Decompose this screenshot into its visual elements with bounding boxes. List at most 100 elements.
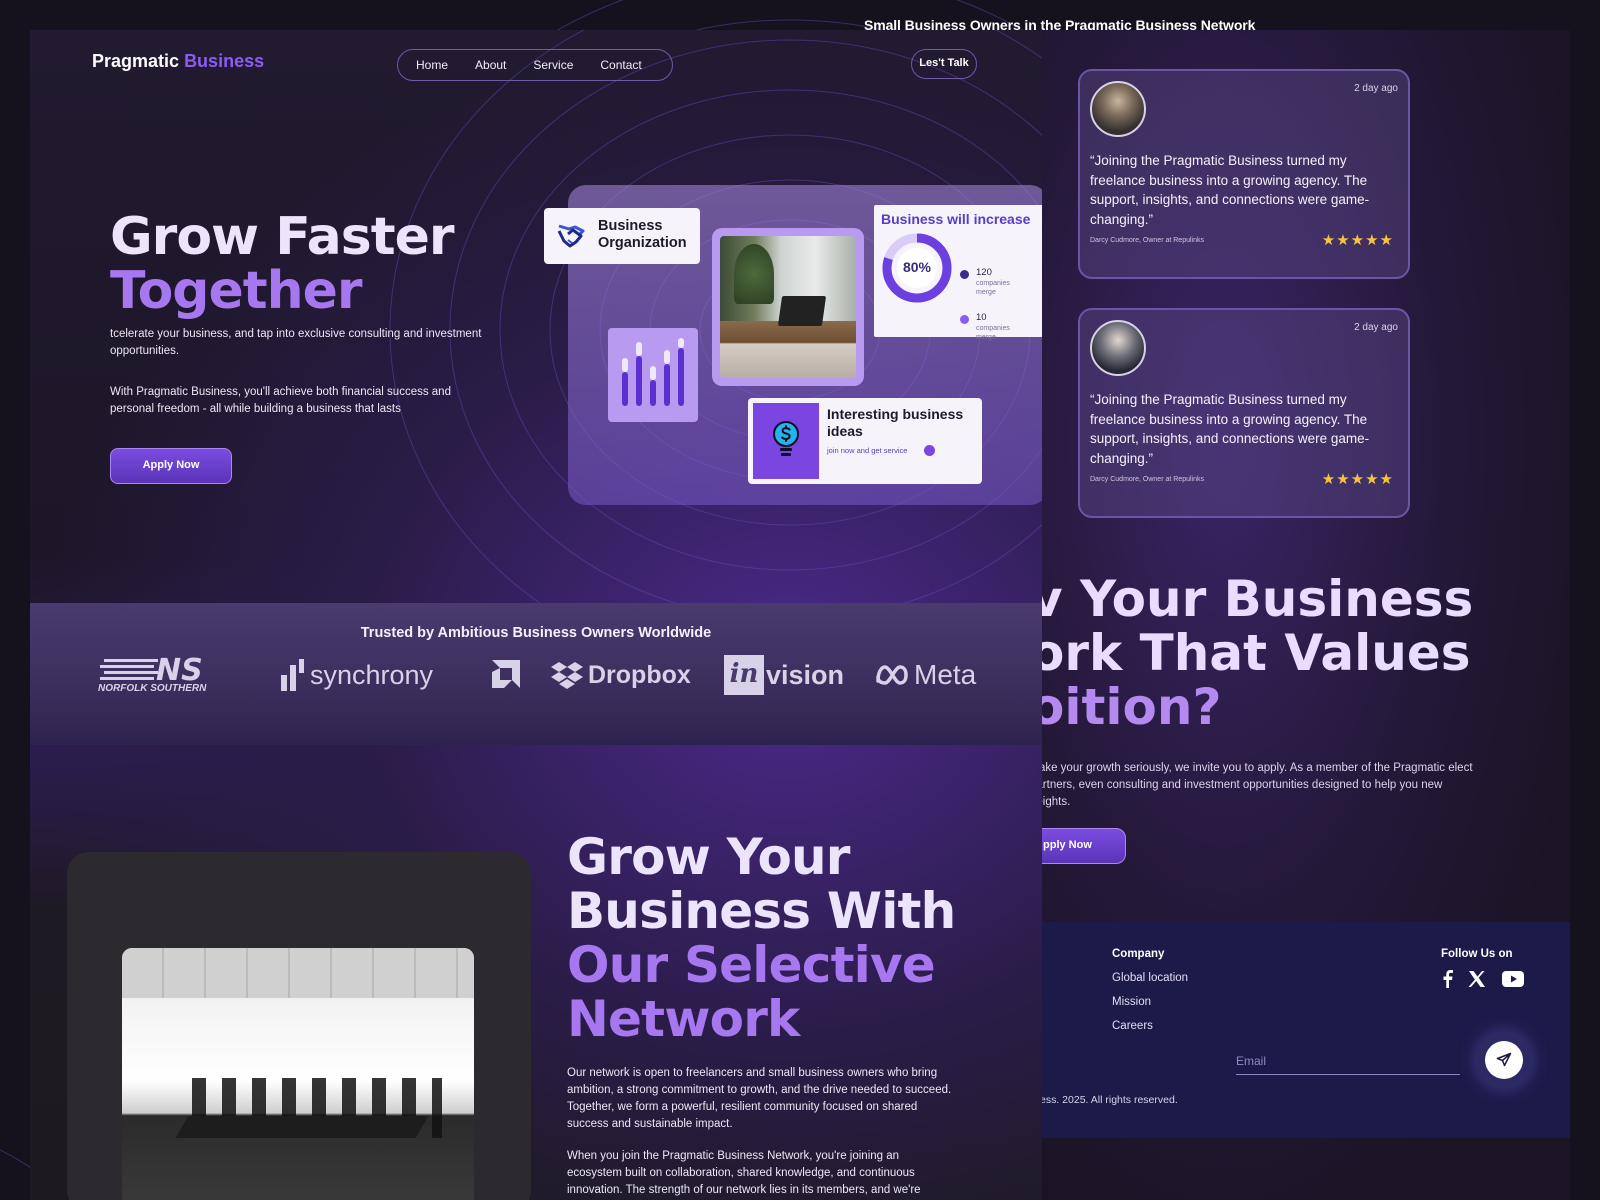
heading-line: ork That Values [1030, 624, 1471, 682]
nav-home[interactable]: Home [416, 58, 448, 72]
lower-title-line: Network [567, 990, 800, 1048]
stat-label: companies merge [976, 280, 1010, 296]
avatar [1090, 320, 1146, 376]
dropbox-icon [551, 662, 583, 689]
apply-now-button[interactable]: pply Now [1030, 828, 1126, 864]
footer-link-mission[interactable]: Mission [1112, 996, 1151, 1008]
arrow-circle-icon[interactable] [924, 445, 935, 456]
lower-title-line: Grow Your [567, 828, 850, 886]
nav-about[interactable]: About [475, 58, 506, 72]
office-photo [720, 236, 856, 378]
idea-icon-box [753, 403, 819, 479]
stat-number: 10 [976, 312, 987, 323]
business-increase-card: Business will increase 80% 120 companies… [874, 205, 1042, 341]
lets-talk-button[interactable]: Les't Talk [911, 49, 977, 79]
heading-line: oition? [1030, 678, 1222, 734]
hero-paragraph: With Pragmatic Business, you'll achieve … [110, 386, 451, 415]
right-section-paragraph: l take your growth seriously, we invite … [1030, 762, 1473, 808]
testimonial-time: 2 day ago [1354, 322, 1398, 333]
facebook-icon[interactable] [1440, 970, 1456, 988]
trusted-band: Trusted by Ambitious Business Owners Wor… [30, 603, 1042, 745]
footer-follow-title: Follow Us on [1441, 948, 1513, 960]
testimonial-card: 2 day ago “Joining the Pragmatic Busines… [1078, 69, 1410, 279]
lower-paragraph: When you join the Pragmatic Business Net… [567, 1150, 921, 1196]
testimonial-author: Darcy Cudmore, Owner at Repulinks [1090, 476, 1204, 483]
star-rating: ★★★★★ [1321, 471, 1394, 488]
testimonial-quote: “Joining the Pragmatic Business turned m… [1090, 392, 1370, 466]
logo-accent: Business [184, 51, 265, 71]
office-photo-frame [712, 228, 864, 386]
hero-paragraph: tcelerate your business, and tap into ex… [110, 328, 482, 357]
biz-org-line: Organization [598, 235, 687, 251]
lower-section-title: Grow Your Business With Our Selective Ne… [567, 828, 956, 1048]
stat-dot [960, 315, 969, 324]
stat-dot [960, 270, 969, 279]
email-input[interactable]: Email [1236, 1054, 1460, 1075]
meta-text: Meta [914, 659, 977, 690]
increase-percent: 80% [902, 259, 932, 275]
footer-link-careers[interactable]: Careers [1112, 1020, 1153, 1032]
apply-now-button[interactable]: Apply Now [110, 448, 232, 484]
synchrony-logo: synchrony [280, 653, 433, 697]
footer-link-global-location[interactable]: Global location [1112, 972, 1188, 984]
footer: Company Global location Mission Careers … [1040, 922, 1570, 1138]
lower-title-line: Our Selective [567, 936, 936, 994]
dropbox-logo: Dropbox [551, 653, 691, 697]
bar-graphic-icon [622, 338, 684, 406]
ns-sub: NORFOLK SOUTHERN [98, 683, 207, 694]
invision-text: vision [766, 659, 845, 690]
avatar [1090, 81, 1146, 137]
business-ideas-card[interactable]: Interesting business ideas join now and … [748, 398, 982, 484]
amd-logo [488, 653, 522, 697]
send-icon [1496, 1052, 1512, 1067]
testimonial-quote: “Joining the Pragmatic Business turned m… [1090, 153, 1370, 227]
business-organization-card: Business Organization [544, 208, 700, 264]
lower-title-line: Business With [567, 882, 956, 940]
laptop-shape [777, 296, 827, 326]
main-nav: Home About Service Contact [397, 49, 673, 81]
increase-title: Business will increase [881, 211, 1031, 227]
x-twitter-icon[interactable] [1468, 971, 1486, 987]
copyright-text: ess. 2025. All rights reserved. [1040, 1094, 1178, 1106]
plant-shape [734, 244, 774, 304]
testimonial-author: Darcy Cudmore, Owner at Repulinks [1090, 237, 1204, 244]
testimonial-card: 2 day ago “Joining the Pragmatic Busines… [1078, 308, 1410, 518]
lower-paragraph: Our network is open to freelancers and s… [567, 1067, 952, 1130]
testimonial-time: 2 day ago [1354, 83, 1398, 94]
lightbulb-dollar-icon [773, 421, 799, 456]
conference-room-photo [122, 948, 474, 1200]
idea-subtitle: join now and get service [827, 446, 908, 455]
send-button-circle [1485, 1041, 1523, 1079]
hero-title-line2: Together [110, 261, 363, 321]
logo[interactable]: Pragmatic Business [92, 51, 264, 72]
heading-line: v Your Business [1030, 572, 1474, 628]
business-organization-label: Business Organization [598, 218, 687, 252]
dropbox-text: Dropbox [588, 660, 691, 689]
send-button[interactable] [1476, 1032, 1532, 1088]
synchrony-bars-icon [281, 659, 304, 691]
norfolk-southern-logo: NS NORFOLK SOUTHERN [98, 653, 232, 697]
trusted-title: Trusted by Ambitious Business Owners Wor… [360, 625, 712, 641]
stat-label: companies merge [976, 325, 1010, 341]
invision-logo: in vision [724, 653, 844, 697]
ceiling-shape [122, 948, 474, 998]
hero-title: Grow Faster Together [110, 207, 454, 321]
hero-title-line1: Grow Faster [110, 207, 454, 267]
nav-contact[interactable]: Contact [600, 58, 641, 72]
nav-service[interactable]: Service [533, 58, 573, 72]
biz-org-line: Business [598, 218, 663, 234]
idea-title: Interesting business ideas [827, 406, 964, 439]
handshake-icon [557, 224, 585, 248]
amd-arrow-icon [492, 660, 520, 688]
logo-primary: Pragmatic [92, 51, 180, 71]
footer-company-title: Company [1112, 948, 1165, 960]
youtube-icon[interactable] [1502, 971, 1524, 987]
stat-number: 120 [976, 267, 992, 278]
star-rating: ★★★★★ [1321, 232, 1394, 249]
meta-logo: Meta [875, 653, 976, 697]
invision-in: in [724, 655, 764, 695]
main-page: Pragmatic Business Home About Service Co… [30, 30, 1042, 1200]
table-shape [175, 1116, 429, 1138]
meta-infinity-icon [876, 665, 908, 685]
synchrony-text: synchrony [310, 659, 434, 690]
